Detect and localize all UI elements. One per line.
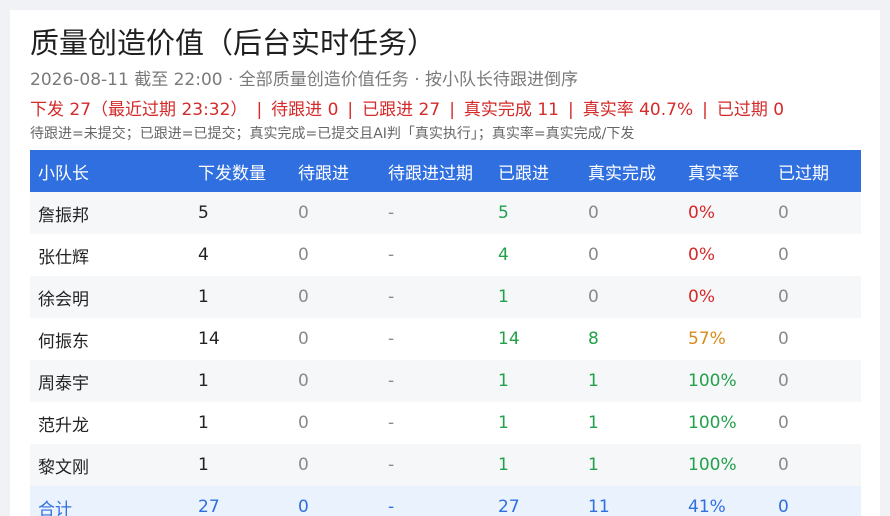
cell-pending-expired: - bbox=[380, 234, 490, 276]
cell-rate: 57% bbox=[680, 318, 770, 360]
table-header-row: 小队长 下发数量 待跟进 待跟进过期 已跟进 真实完成 真实率 已过期 bbox=[30, 150, 861, 192]
cell-pending: 0 bbox=[290, 318, 380, 360]
cell-expired: 0 bbox=[770, 276, 861, 318]
total-expired: 0 bbox=[770, 486, 861, 516]
cell-followed: 1 bbox=[490, 402, 580, 444]
total-real-done: 11 bbox=[580, 486, 680, 516]
cell-expired: 0 bbox=[770, 318, 861, 360]
page-subtitle: 2026-08-11 截至 22:00 · 全部质量创造价值任务 · 按小队长待… bbox=[30, 70, 579, 90]
table-row: 黎文刚 1 0 - 1 1 100% 0 bbox=[30, 444, 861, 486]
table-total-row: 合计 27 0 - 27 11 41% 0 bbox=[30, 486, 861, 516]
cell-rate: 0% bbox=[680, 234, 770, 276]
summary-separator: | bbox=[702, 100, 708, 120]
cell-issued: 1 bbox=[190, 444, 290, 486]
cell-pending: 0 bbox=[290, 402, 380, 444]
legend-note: 待跟进=未提交；已跟进=已提交；真实完成=已提交且AI判「真实执行」；真实率=真… bbox=[30, 126, 635, 142]
cell-rate: 100% bbox=[680, 444, 770, 486]
header-leader: 小队长 bbox=[30, 150, 190, 192]
header-rate: 真实率 bbox=[680, 150, 770, 192]
header-pending-expired: 待跟进过期 bbox=[380, 150, 490, 192]
cell-pending-expired: - bbox=[380, 444, 490, 486]
cell-issued: 5 bbox=[190, 192, 290, 234]
cell-followed: 14 bbox=[490, 318, 580, 360]
cell-pending-expired: - bbox=[380, 402, 490, 444]
report-card: 质量创造价值（后台实时任务） 2026-08-11 截至 22:00 · 全部质… bbox=[10, 10, 880, 516]
page-title: 质量创造价值（后台实时任务） bbox=[30, 26, 437, 60]
total-leader: 合计 bbox=[30, 486, 190, 516]
cell-leader: 周泰宇 bbox=[30, 360, 190, 402]
total-pending: 0 bbox=[290, 486, 380, 516]
cell-pending: 0 bbox=[290, 444, 380, 486]
cell-followed: 1 bbox=[490, 444, 580, 486]
cell-pending-expired: - bbox=[380, 318, 490, 360]
table-row: 范升龙 1 0 - 1 1 100% 0 bbox=[30, 402, 861, 444]
cell-followed: 4 bbox=[490, 234, 580, 276]
cell-real-done: 1 bbox=[580, 360, 680, 402]
cell-leader: 何振东 bbox=[30, 318, 190, 360]
total-rate: 41% bbox=[680, 486, 770, 516]
summary-separator: | bbox=[256, 100, 263, 120]
cell-pending: 0 bbox=[290, 276, 380, 318]
cell-pending-expired: - bbox=[380, 276, 490, 318]
total-followed: 27 bbox=[490, 486, 580, 516]
cell-pending: 0 bbox=[290, 234, 380, 276]
header-pending: 待跟进 bbox=[290, 150, 380, 192]
cell-followed: 1 bbox=[490, 276, 580, 318]
summary-pending: 待跟进 0 bbox=[271, 100, 339, 120]
summary-bar: 下发 27（最近过期 23:32） | 待跟进 0 | 已跟进 27 | 真实完成 11 | 真… bbox=[30, 98, 784, 122]
summary-real-done: 真实完成 11 bbox=[463, 100, 559, 120]
table-row: 何振东 14 0 - 14 8 57% 0 bbox=[30, 318, 861, 360]
cell-expired: 0 bbox=[770, 402, 861, 444]
table-row: 詹振邦 5 0 - 5 0 0% 0 bbox=[30, 192, 861, 234]
cell-real-done: 8 bbox=[580, 318, 680, 360]
cell-rate: 100% bbox=[680, 402, 770, 444]
cell-pending-expired: - bbox=[380, 192, 490, 234]
summary-real-rate: 真实率 40.7% bbox=[582, 100, 694, 120]
cell-issued: 1 bbox=[190, 360, 290, 402]
cell-pending: 0 bbox=[290, 360, 380, 402]
summary-separator: | bbox=[347, 100, 354, 120]
cell-followed: 1 bbox=[490, 360, 580, 402]
cell-leader: 范升龙 bbox=[30, 402, 190, 444]
header-followed: 已跟进 bbox=[490, 150, 580, 192]
cell-real-done: 1 bbox=[580, 444, 680, 486]
cell-leader: 黎文刚 bbox=[30, 444, 190, 486]
summary-followed: 已跟进 27 bbox=[362, 100, 441, 120]
table-row: 周泰宇 1 0 - 1 1 100% 0 bbox=[30, 360, 861, 402]
summary-separator: | bbox=[567, 100, 574, 120]
header-expired: 已过期 bbox=[770, 150, 861, 192]
cell-leader: 詹振邦 bbox=[30, 192, 190, 234]
total-pending-expired: - bbox=[380, 486, 490, 516]
total-issued: 27 bbox=[190, 486, 290, 516]
cell-rate: 100% bbox=[680, 360, 770, 402]
table-row: 徐会明 1 0 - 1 0 0% 0 bbox=[30, 276, 861, 318]
header-issued: 下发数量 bbox=[190, 150, 290, 192]
cell-issued: 1 bbox=[190, 276, 290, 318]
cell-leader: 徐会明 bbox=[30, 276, 190, 318]
table-row: 张仕辉 4 0 - 4 0 0% 0 bbox=[30, 234, 861, 276]
cell-leader: 张仕辉 bbox=[30, 234, 190, 276]
cell-rate: 0% bbox=[680, 192, 770, 234]
summary-expired: 已过期 0 bbox=[716, 100, 785, 120]
cell-pending: 0 bbox=[290, 192, 380, 234]
leader-table: 小队长 下发数量 待跟进 待跟进过期 已跟进 真实完成 真实率 已过期 詹振邦 … bbox=[30, 150, 861, 516]
summary-issued: 下发 27（最近过期 23:32） bbox=[30, 100, 248, 120]
cell-expired: 0 bbox=[770, 192, 861, 234]
cell-real-done: 0 bbox=[580, 192, 680, 234]
summary-separator: | bbox=[449, 100, 455, 120]
cell-expired: 0 bbox=[770, 360, 861, 402]
cell-pending-expired: - bbox=[380, 360, 490, 402]
cell-issued: 14 bbox=[190, 318, 290, 360]
cell-issued: 1 bbox=[190, 402, 290, 444]
cell-expired: 0 bbox=[770, 444, 861, 486]
cell-rate: 0% bbox=[680, 276, 770, 318]
cell-expired: 0 bbox=[770, 234, 861, 276]
cell-real-done: 1 bbox=[580, 402, 680, 444]
header-real-done: 真实完成 bbox=[580, 150, 680, 192]
cell-real-done: 0 bbox=[580, 276, 680, 318]
cell-issued: 4 bbox=[190, 234, 290, 276]
cell-followed: 5 bbox=[490, 192, 580, 234]
cell-real-done: 0 bbox=[580, 234, 680, 276]
